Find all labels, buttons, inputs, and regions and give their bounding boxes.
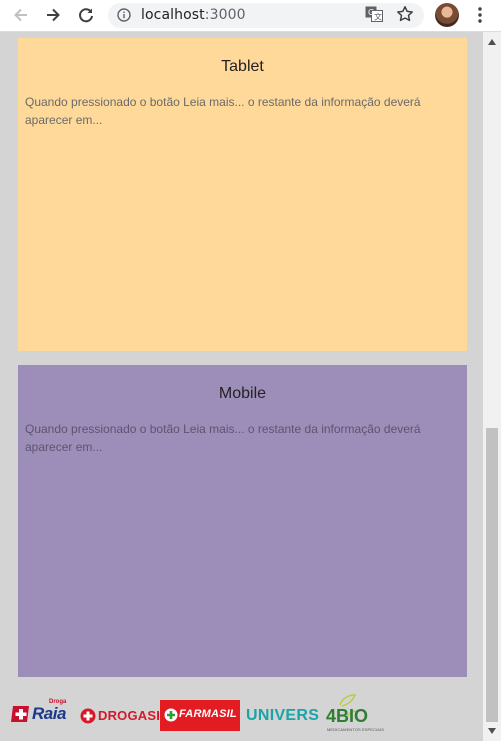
drogasil-plus-icon [80, 708, 96, 724]
reload-icon [79, 8, 93, 23]
card-text: Quando pressionado o botão Leia mais... … [25, 95, 421, 127]
reload-button[interactable] [75, 4, 97, 26]
forward-button[interactable] [42, 4, 64, 26]
farmasil-plus-icon [164, 708, 178, 722]
url-host: localhost [141, 7, 205, 23]
forward-arrow-icon [47, 8, 60, 22]
mobile-card: Mobile Quando pressionado o botão Leia m… [18, 365, 467, 677]
profile-avatar[interactable] [435, 3, 459, 27]
4bio-logo: 4BIO [326, 706, 369, 726]
scroll-down-arrow-icon[interactable] [487, 727, 497, 735]
scroll-up-arrow-icon[interactable] [487, 38, 497, 46]
back-button[interactable] [10, 4, 32, 26]
brand-logos-footer: Droga Raia DROGASIL FARMASIL UNIVERS 4BI… [0, 692, 483, 736]
svg-text:文: 文 [374, 12, 382, 22]
star-icon[interactable] [396, 5, 414, 23]
menu-icon[interactable] [474, 6, 486, 24]
4bio-subtitle: MEDICAMENTOS ESPECIAIS [327, 727, 385, 732]
card-title: Tablet [221, 58, 264, 75]
browser-toolbar: localhost:3000 G 文 [0, 0, 501, 32]
page-viewport: Tablet Quando pressionado o botão Leia m… [0, 32, 483, 741]
scrollbar-thumb[interactable] [486, 428, 498, 722]
url-port: :3000 [204, 7, 246, 23]
card-title: Mobile [218, 385, 267, 402]
url-text: localhost:3000 [141, 7, 246, 23]
farmasil-logo: FARMASIL [160, 700, 240, 731]
info-icon[interactable] [117, 8, 131, 22]
droga-raia-logo: Raia [32, 704, 66, 723]
tablet-card: Tablet Quando pressionado o botão Leia m… [18, 38, 467, 351]
translate-icon[interactable]: G 文 [365, 6, 383, 22]
back-arrow-icon [14, 8, 27, 22]
farmasil-text: FARMASIL [179, 708, 237, 720]
droga-raia-cross-icon [11, 706, 29, 722]
card-text: Quando pressionado o botão Leia mais... … [25, 422, 421, 454]
univers-logo: UNIVERS [246, 707, 320, 724]
drogasil-logo: DROGASIL [98, 708, 169, 723]
page-scrollbar[interactable] [483, 32, 501, 741]
